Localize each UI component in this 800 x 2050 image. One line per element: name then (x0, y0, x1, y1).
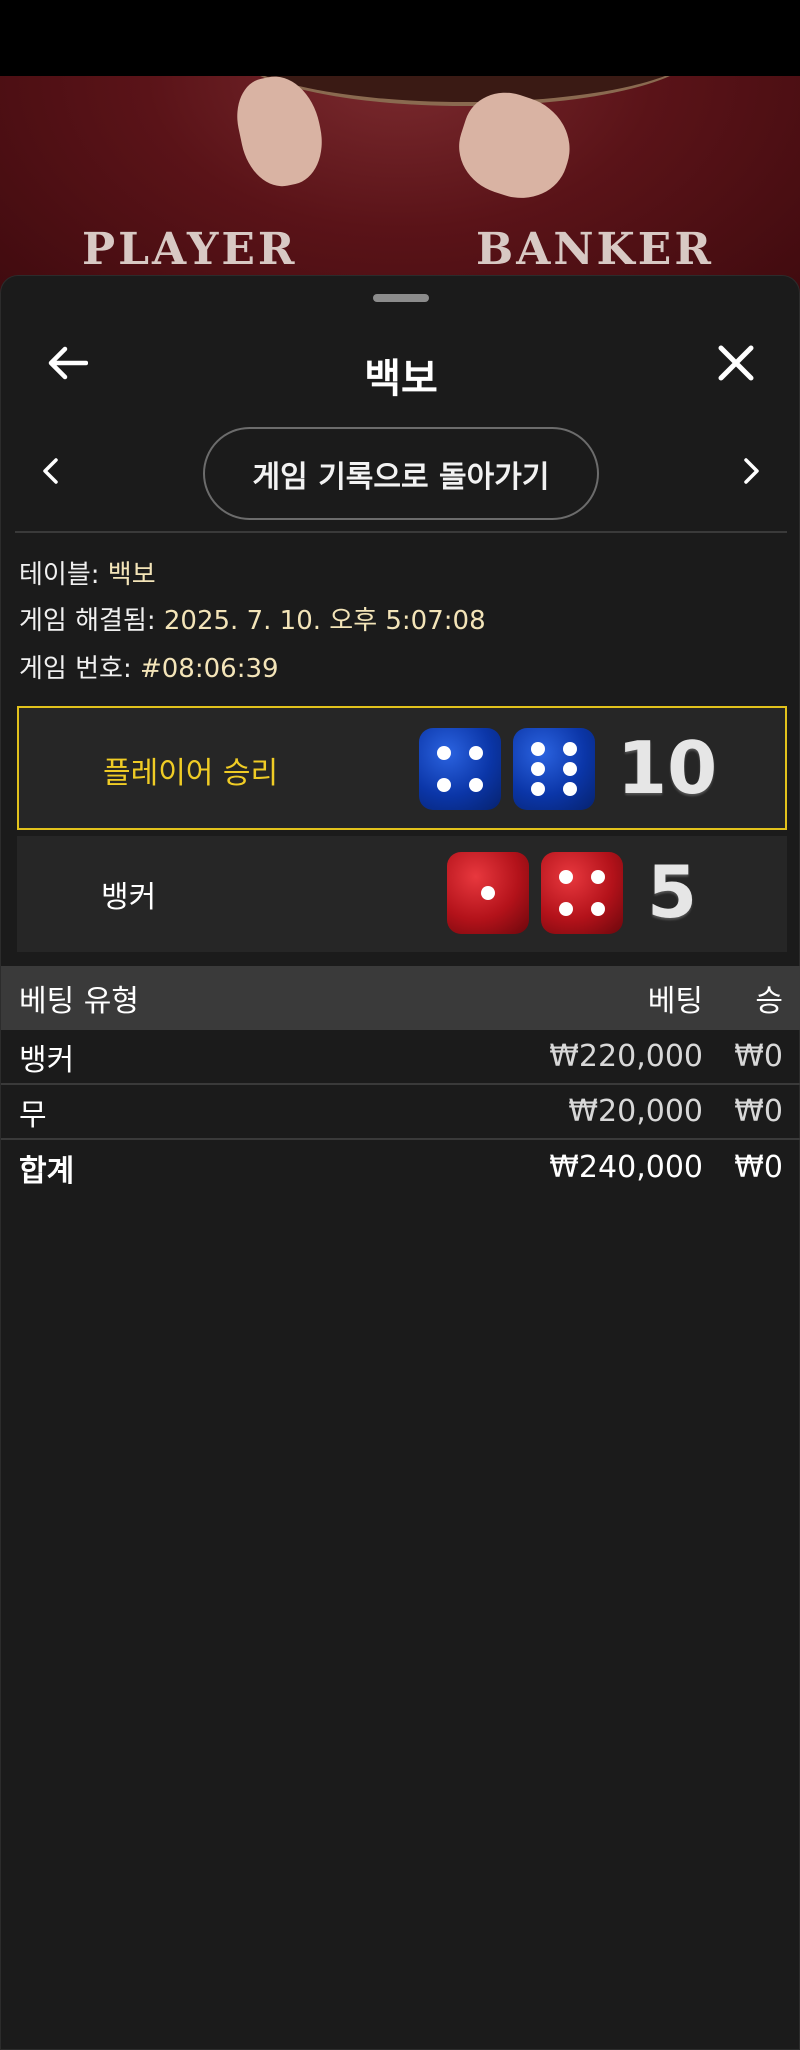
player-score: 10 (617, 726, 718, 810)
die-pip (531, 742, 545, 756)
chevron-right-icon (742, 456, 762, 490)
player-result-row: 플레이어 승리 10 (17, 706, 787, 830)
table-row: 무 ₩20,000 ₩0 (1, 1085, 800, 1140)
close-icon (717, 344, 755, 386)
resolved-info-label: 게임 해결됨: (19, 606, 156, 636)
header-bet-amount: 베팅 (647, 984, 703, 1019)
table-info-value: 백보 (107, 560, 156, 590)
die-pip (591, 902, 605, 916)
header-win: 승 (755, 984, 783, 1019)
player-die-1 (419, 728, 501, 810)
die-pip (591, 870, 605, 884)
die-pip (481, 886, 495, 900)
banker-score: 5 (647, 850, 698, 934)
back-to-history-button[interactable]: 게임 기록으로 돌아가기 (203, 427, 599, 520)
bet-type: 뱅커 (19, 1042, 75, 1078)
banker-result-label: 뱅커 (101, 880, 157, 915)
bet-table: 베팅 유형 베팅 승 뱅커 ₩220,000 ₩0 무 ₩20,000 ₩0 합… (1, 966, 800, 1195)
die-pip (563, 742, 577, 756)
die-pip (563, 762, 577, 776)
game-number-label: 게임 번호: (19, 654, 132, 684)
resolved-info: 게임 해결됨: 2025. 7. 10. 오후 5:07:08 (19, 600, 486, 637)
total-label: 합계 (19, 1153, 75, 1189)
header-bet-type: 베팅 유형 (19, 984, 139, 1019)
total-win-amount: ₩0 (734, 1150, 783, 1185)
die-pip (559, 870, 573, 884)
header: 백보 (1, 316, 800, 416)
bet-type: 무 (19, 1097, 47, 1133)
page-title: 백보 (364, 356, 438, 402)
game-detail-sheet: 백보 게임 기록으로 돌아가기 테이블: 백보 게임 해결됨: 2025. 7.… (0, 275, 800, 2050)
next-game-button[interactable] (727, 448, 777, 498)
die-pip (469, 746, 483, 760)
bet-amount: ₩220,000 (549, 1039, 703, 1074)
total-bet-amount: ₩240,000 (549, 1150, 703, 1185)
banker-die-1 (447, 852, 529, 934)
video-banker-label: BANKER (476, 224, 714, 275)
game-number-value: #08:06:39 (139, 654, 279, 684)
video-player-label: PLAYER (82, 224, 298, 275)
win-amount: ₩0 (734, 1094, 783, 1129)
total-row: 합계 ₩240,000 ₩0 (1, 1140, 800, 1195)
divider (15, 531, 787, 533)
die-pip (559, 902, 573, 916)
game-navigation: 게임 기록으로 돌아가기 (1, 426, 800, 522)
chevron-left-icon (40, 456, 60, 490)
game-number-info: 게임 번호: #08:06:39 (19, 648, 279, 685)
banker-result-row: 뱅커 5 (17, 836, 787, 952)
banker-die-2 (541, 852, 623, 934)
status-bar (0, 0, 800, 76)
table-info-label: 테이블: (19, 560, 100, 590)
die-pip (531, 782, 545, 796)
table-row: 뱅커 ₩220,000 ₩0 (1, 1030, 800, 1085)
table-info: 테이블: 백보 (19, 554, 156, 591)
prev-game-button[interactable] (25, 448, 75, 498)
player-result-label: 플레이어 승리 (103, 756, 279, 791)
win-amount: ₩0 (734, 1039, 783, 1074)
bet-table-header: 베팅 유형 베팅 승 (1, 966, 800, 1030)
die-pip (437, 778, 451, 792)
die-pip (469, 778, 483, 792)
die-pip (437, 746, 451, 760)
player-die-2 (513, 728, 595, 810)
sheet-grabber[interactable] (373, 294, 429, 302)
bet-amount: ₩20,000 (568, 1094, 703, 1129)
die-pip (531, 762, 545, 776)
close-button[interactable] (701, 330, 771, 400)
die-pip (563, 782, 577, 796)
resolved-info-value: 2025. 7. 10. 오후 5:07:08 (163, 606, 486, 636)
dealer-hand-left (229, 76, 331, 194)
